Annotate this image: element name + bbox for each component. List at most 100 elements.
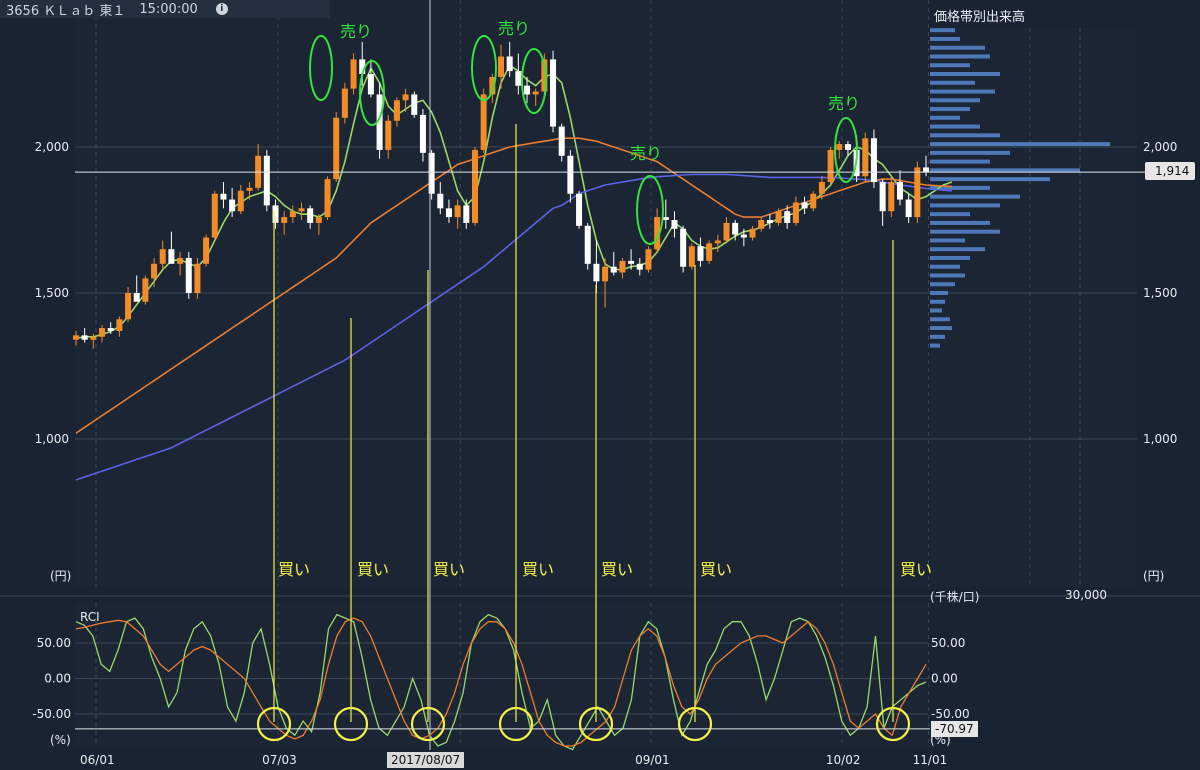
volume-bar <box>930 273 965 278</box>
candle-body <box>602 266 609 282</box>
candle-body <box>766 220 773 223</box>
volume-bar <box>930 124 980 129</box>
candle-body <box>645 249 652 270</box>
sell-label: 売り <box>630 144 663 163</box>
candle-body <box>445 208 452 218</box>
last-price-tag: 1,914 <box>1145 162 1196 180</box>
volume-bar <box>930 150 1010 155</box>
volume-bar <box>930 308 942 313</box>
candle-body <box>862 138 869 177</box>
price-tick-label: 1,000 <box>35 432 69 446</box>
candle-body <box>437 193 444 209</box>
candle-body <box>888 182 895 212</box>
candle-body <box>99 328 106 337</box>
candle-body <box>697 246 704 261</box>
volume-bar <box>930 343 940 348</box>
date-tick-label: 10/02 <box>826 753 861 767</box>
candle-body <box>324 179 331 218</box>
candle-body <box>706 243 713 261</box>
candle-body <box>714 240 721 244</box>
candle-body <box>567 155 574 194</box>
volume-bar <box>930 63 970 68</box>
rci-unit-label: (%) <box>50 733 71 747</box>
candle-body <box>584 225 591 264</box>
volume-bar <box>930 334 945 339</box>
candle-body <box>281 217 288 223</box>
candle-body <box>610 266 617 273</box>
candle-body <box>315 217 322 223</box>
candle-body <box>740 234 747 238</box>
candle-body <box>593 263 600 282</box>
volume-bar <box>930 229 1000 234</box>
volume-bar <box>930 133 1000 138</box>
volume-bar <box>930 291 948 295</box>
candle-body <box>896 182 903 200</box>
candle-body <box>844 144 851 150</box>
candle-body <box>471 149 478 223</box>
candle-body <box>151 263 158 279</box>
time-label: 15:00:00 <box>139 1 198 17</box>
candle-body <box>818 182 825 194</box>
candle-body <box>419 114 426 153</box>
candle-body <box>498 56 504 77</box>
buy-label: 買い <box>700 560 733 579</box>
candle-body <box>341 88 348 118</box>
rci-tick-label: 0.00 <box>44 672 71 686</box>
candle-body <box>550 59 557 127</box>
price-tick-label: 1,500 <box>35 286 69 300</box>
candle-body <box>792 202 799 223</box>
candle-body <box>827 149 834 183</box>
sell-label: 売り <box>828 94 861 113</box>
volume-panel <box>930 28 1137 587</box>
candle-body <box>688 246 695 267</box>
info-dropdown-icon[interactable]: i <box>215 3 228 15</box>
date-tick-label: 09/01 <box>635 753 670 767</box>
candle-body <box>836 144 843 150</box>
volume-bar <box>930 247 985 252</box>
price-unit-label-right: (円) <box>1143 569 1165 583</box>
candle-body <box>463 205 470 223</box>
price-tick-label-right: 1,500 <box>1143 286 1177 300</box>
candle-body <box>784 211 791 223</box>
volume-bar <box>930 72 1000 76</box>
candle-body <box>220 193 227 200</box>
volume-tick-label: 30,000 <box>1065 588 1107 602</box>
candle-body <box>333 117 340 180</box>
volume-bar <box>930 98 980 103</box>
candle-body <box>758 220 765 229</box>
candle-body <box>237 190 244 212</box>
buy-label: 買い <box>433 560 466 579</box>
candle-body <box>211 193 218 238</box>
volume-bar <box>930 142 1110 147</box>
chart-canvas: 2,000 2,000 1,500 1,500 1,000 1,000 50.00 50.00… <box>0 0 1200 767</box>
candle-body <box>73 335 79 340</box>
date-tick-label: 06/01 <box>80 753 115 767</box>
price-tick-label: 2,000 <box>35 140 69 154</box>
rci-label: RCI <box>80 610 100 624</box>
candle-body <box>203 237 210 264</box>
buy-label: 買い <box>278 560 311 579</box>
volume-bar <box>930 115 960 120</box>
candle-body <box>385 120 392 150</box>
volume-bar <box>930 194 1020 199</box>
volume-bar <box>930 54 990 59</box>
volume-bar <box>930 255 970 260</box>
candle-body <box>307 208 314 223</box>
candle-body <box>923 167 929 173</box>
price-tick-label-right: 1,000 <box>1143 432 1177 446</box>
volume-bar <box>930 107 970 112</box>
volume-bar <box>930 317 950 322</box>
volume-bar <box>930 220 990 225</box>
candle-body <box>263 155 270 206</box>
candle-body <box>775 211 782 223</box>
candle-body <box>454 205 461 218</box>
sell-label: 売り <box>340 22 373 41</box>
candle-body <box>142 278 149 302</box>
candle-body <box>107 328 114 331</box>
candle-body <box>125 293 132 320</box>
candle-body <box>905 199 912 218</box>
rci-tick-label: 50.00 <box>37 636 71 650</box>
buy-label: 買い <box>900 560 933 579</box>
volume-bar <box>930 159 990 164</box>
volume-bar <box>930 203 1000 208</box>
